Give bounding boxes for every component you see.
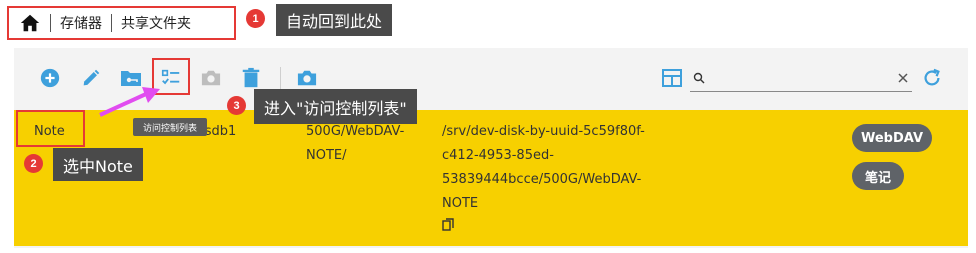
- home-icon[interactable]: [19, 12, 41, 34]
- breadcrumb-shared-folders[interactable]: 共享文件夹: [121, 13, 191, 33]
- search-icon: [693, 72, 705, 84]
- snapshot-camera-icon[interactable]: [294, 65, 320, 91]
- delete-trash-icon[interactable]: [238, 65, 264, 91]
- relative-path-line: NOTE/: [306, 148, 347, 163]
- breadcrumb-separator: [111, 14, 112, 32]
- breadcrumb: 存储器 共享文件夹: [7, 6, 236, 40]
- grid-view-icon[interactable]: [659, 65, 685, 91]
- note-highlight: [16, 110, 85, 147]
- pointer-arrow: [99, 87, 160, 117]
- callout-label-2: 选中Note: [53, 148, 143, 181]
- callout-number-2: 2: [24, 154, 43, 173]
- callout-label-3: 进入"访问控制列表": [254, 89, 417, 124]
- absolute-path-line: 53839444bcce/500G/WebDAV-: [442, 172, 642, 187]
- add-circle-icon[interactable]: [37, 65, 63, 91]
- callout-number-1: 1: [246, 9, 265, 28]
- tooltip: 访问控制列表: [133, 118, 207, 136]
- breadcrumb-storage[interactable]: 存储器: [60, 13, 102, 33]
- clear-icon[interactable]: [898, 73, 908, 83]
- search-field[interactable]: [690, 69, 912, 92]
- cell-relative-path: 500G/WebDAV- NOTE/: [306, 120, 404, 168]
- camera-icon: [198, 65, 224, 91]
- tag-chip: 笔记: [852, 162, 904, 190]
- absolute-path-line: c412-4953-85ed-: [442, 148, 554, 163]
- absolute-path-line: NOTE: [442, 196, 479, 211]
- tag-chip: WebDAV: [852, 124, 932, 152]
- toolbar-divider: [280, 67, 281, 91]
- copy-icon[interactable]: [442, 218, 454, 232]
- callout-label-1: 自动回到此处: [276, 4, 393, 36]
- absolute-path-line: /srv/dev-disk-by-uuid-5c59f80f-: [442, 124, 645, 139]
- refresh-icon[interactable]: [919, 65, 945, 91]
- search-input[interactable]: [710, 69, 894, 91]
- cell-absolute-path: /srv/dev-disk-by-uuid-5c59f80f- c412-495…: [442, 120, 645, 241]
- breadcrumb-separator: [50, 14, 51, 32]
- callout-number-3: 3: [227, 96, 246, 115]
